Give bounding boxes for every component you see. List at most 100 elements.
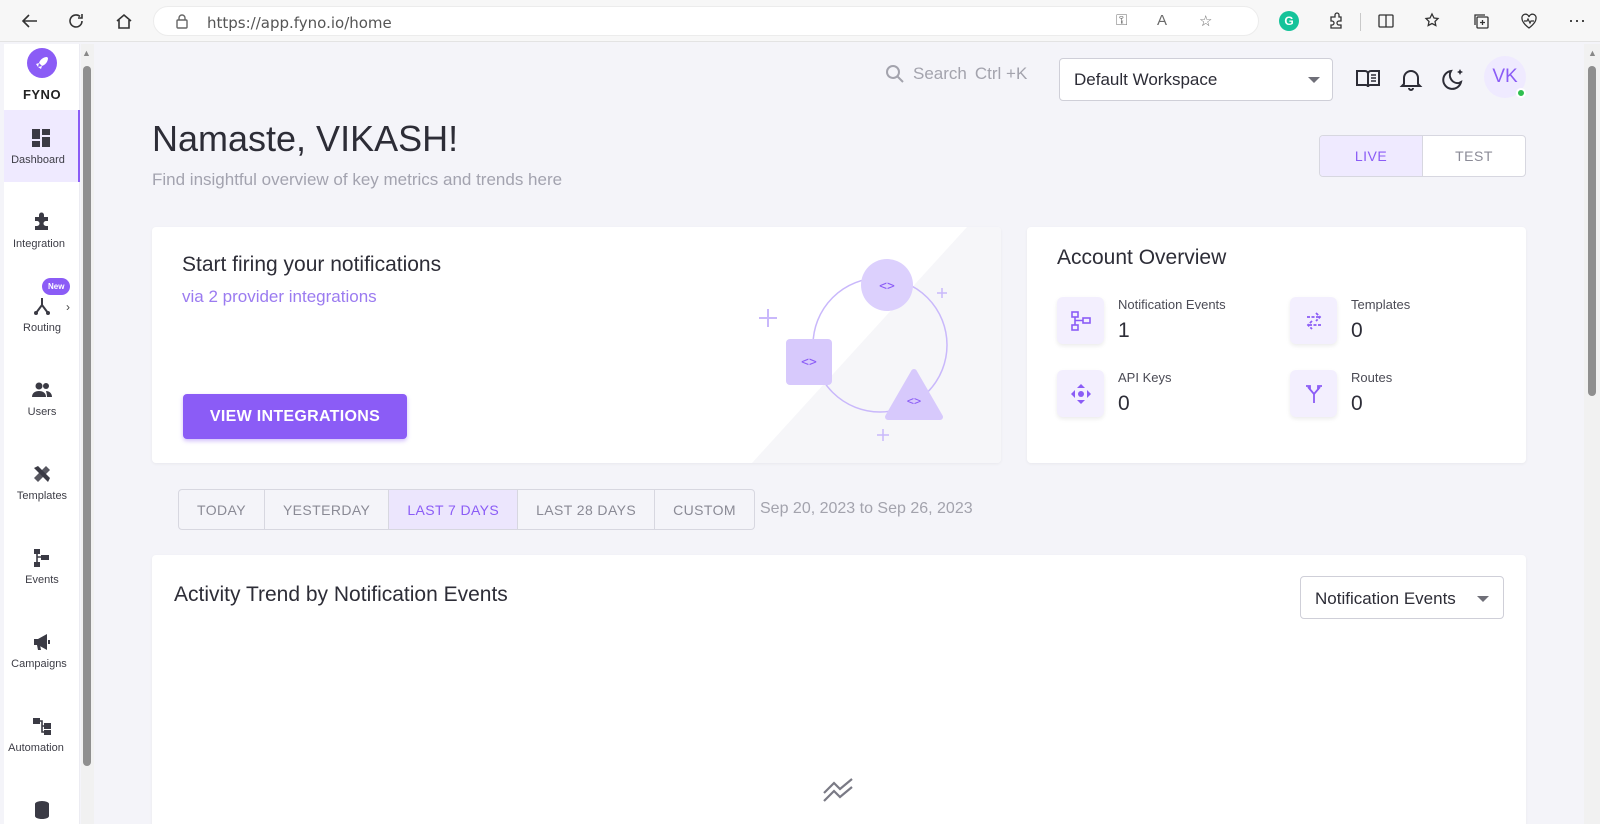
sidebar: FYNO Dashboard Integration Routing New ›…	[4, 44, 80, 824]
sidebar-item-dashboard[interactable]: Dashboard	[4, 110, 80, 182]
swap-arrows-icon	[1290, 297, 1337, 344]
favorite-star-icon[interactable]: ☆	[1199, 12, 1212, 30]
grammarly-extension-icon[interactable]: G	[1279, 11, 1299, 31]
activity-metric-value: Notification Events	[1315, 589, 1456, 608]
sidebar-item-database[interactable]	[4, 782, 80, 824]
page-subtitle: Find insightful overview of key metrics …	[152, 170, 563, 189]
collections-icon[interactable]	[1469, 9, 1493, 33]
integrations-illustration: <> <> <>	[752, 227, 1001, 463]
puzzle-icon	[35, 212, 48, 230]
stat-value: 0	[1118, 392, 1130, 415]
more-menu-icon[interactable]: ⋯	[1565, 9, 1589, 33]
scroll-up-icon[interactable]: ▲	[82, 48, 91, 58]
sidebar-item-templates[interactable]: Templates	[4, 446, 80, 518]
stat-value: 1	[1118, 319, 1130, 342]
range-last-7-days-button[interactable]: LAST 7 DAYS	[389, 490, 519, 529]
stat-value: 0	[1351, 319, 1363, 342]
key-icon[interactable]: ⚿	[1116, 12, 1127, 29]
sidebar-item-label: Integration	[13, 238, 65, 250]
browser-toolbar: https://app.fyno.io/home ⚿ A ☆ G ⋯	[0, 0, 1600, 42]
caret-down-icon	[1308, 77, 1320, 83]
megaphone-icon	[34, 634, 50, 650]
page-scrollbar[interactable]: ▲	[1584, 44, 1600, 824]
sidebar-item-label: Users	[27, 406, 57, 418]
chart-trend-icon	[823, 778, 853, 802]
integrations-card-title: Start firing your notifications	[182, 253, 442, 276]
extensions-icon[interactable]	[1324, 9, 1348, 33]
search-label: Search	[913, 64, 967, 83]
stat-label: Templates	[1351, 297, 1411, 312]
workspace-value: Default Workspace	[1074, 70, 1218, 89]
sidebar-item-label: Campaigns	[11, 658, 67, 670]
address-bar[interactable]: https://app.fyno.io/home ⚿ A ☆	[153, 6, 1259, 36]
sidebar-scroll-thumb[interactable]	[83, 66, 91, 766]
tree-icon	[1057, 297, 1104, 344]
dashboard-icon	[32, 129, 50, 147]
env-live-button[interactable]: LIVE	[1320, 136, 1423, 176]
environment-toggle: LIVE TEST	[1319, 135, 1526, 177]
account-overview-card: Account Overview Notification Events 1 T…	[1027, 227, 1526, 463]
account-overview-title: Account Overview	[1057, 246, 1227, 269]
stat-notification-events: Notification Events 1	[1057, 297, 1277, 351]
svg-text:<>: <>	[907, 394, 921, 408]
view-integrations-button[interactable]: VIEW INTEGRATIONS	[183, 394, 407, 439]
sidebar-item-label: Templates	[16, 490, 68, 502]
sidebar-item-label: Routing	[23, 322, 61, 334]
stat-routes: Routes 0	[1290, 370, 1510, 424]
favorites-icon[interactable]	[1421, 9, 1445, 33]
activity-metric-select[interactable]: Notification Events	[1300, 576, 1504, 619]
integrations-card: Start firing your notifications via 2 pr…	[152, 227, 1001, 463]
move-arrows-icon	[1057, 370, 1104, 417]
fork-arrow-icon	[1290, 370, 1337, 417]
back-icon[interactable]	[18, 9, 42, 33]
activity-trend-title: Activity Trend by Notification Events	[174, 583, 508, 606]
url-text[interactable]: https://app.fyno.io/home	[207, 14, 392, 32]
sidebar-item-campaigns[interactable]: Campaigns	[4, 614, 80, 686]
bell-icon[interactable]	[1398, 66, 1424, 92]
online-status-dot	[1516, 88, 1526, 98]
caret-down-icon	[1477, 596, 1489, 602]
sidebar-item-label: Events	[25, 574, 59, 586]
stat-value: 0	[1351, 392, 1363, 415]
sidebar-scrollbar[interactable]: ▲	[81, 44, 94, 824]
stat-api-keys: API Keys 0	[1057, 370, 1277, 424]
search-trigger[interactable]: Search Ctrl +K	[885, 64, 1027, 84]
date-range-selector: TODAY YESTERDAY LAST 7 DAYS LAST 28 DAYS…	[178, 489, 755, 530]
sidebar-item-events[interactable]: Events	[4, 530, 80, 602]
sidebar-item-integration[interactable]: Integration	[4, 194, 80, 266]
rocket-icon	[27, 48, 57, 78]
integrations-card-subtitle: via 2 provider integrations	[182, 287, 377, 306]
toolbar-divider	[1360, 13, 1361, 31]
browser-essentials-icon[interactable]	[1517, 9, 1541, 33]
workspace-select[interactable]: Default Workspace	[1059, 58, 1333, 101]
stat-label: Routes	[1351, 370, 1393, 385]
sidebar-item-label: Dashboard	[11, 154, 65, 166]
range-last-28-days-button[interactable]: LAST 28 DAYS	[518, 490, 656, 529]
sidebar-item-automation[interactable]: Automation	[4, 698, 80, 770]
database-icon	[35, 801, 49, 819]
templates-icon	[34, 466, 50, 482]
search-shortcut: Ctrl +K	[974, 64, 1028, 83]
split-screen-icon[interactable]	[1374, 9, 1398, 33]
docs-book-icon[interactable]	[1355, 66, 1381, 92]
home-icon[interactable]	[112, 9, 136, 33]
svg-text:<>: <>	[801, 355, 817, 370]
scroll-up-icon[interactable]: ▲	[1588, 48, 1597, 58]
dark-mode-moon-icon[interactable]	[1441, 66, 1467, 92]
chevron-right-icon[interactable]: ›	[66, 300, 70, 314]
lock-icon[interactable]	[175, 13, 189, 34]
svg-text:<>: <>	[879, 279, 895, 294]
sidebar-item-users[interactable]: Users	[4, 362, 80, 434]
env-test-button[interactable]: TEST	[1423, 136, 1525, 176]
page-scroll-thumb[interactable]	[1588, 66, 1596, 396]
activity-trend-card: Activity Trend by Notification Events No…	[152, 555, 1526, 824]
sidebar-item-routing[interactable]: Routing New ›	[4, 278, 80, 350]
reload-icon[interactable]	[64, 9, 88, 33]
range-yesterday-button[interactable]: YESTERDAY	[265, 490, 390, 529]
stat-label: Notification Events	[1118, 297, 1226, 312]
range-custom-button[interactable]: CUSTOM	[655, 490, 754, 529]
fyno-logo[interactable]: FYNO	[4, 46, 80, 106]
page-title: Namaste, VIKASH!	[152, 118, 459, 159]
range-today-button[interactable]: TODAY	[179, 490, 265, 529]
read-aloud-icon[interactable]: A	[1157, 12, 1167, 29]
